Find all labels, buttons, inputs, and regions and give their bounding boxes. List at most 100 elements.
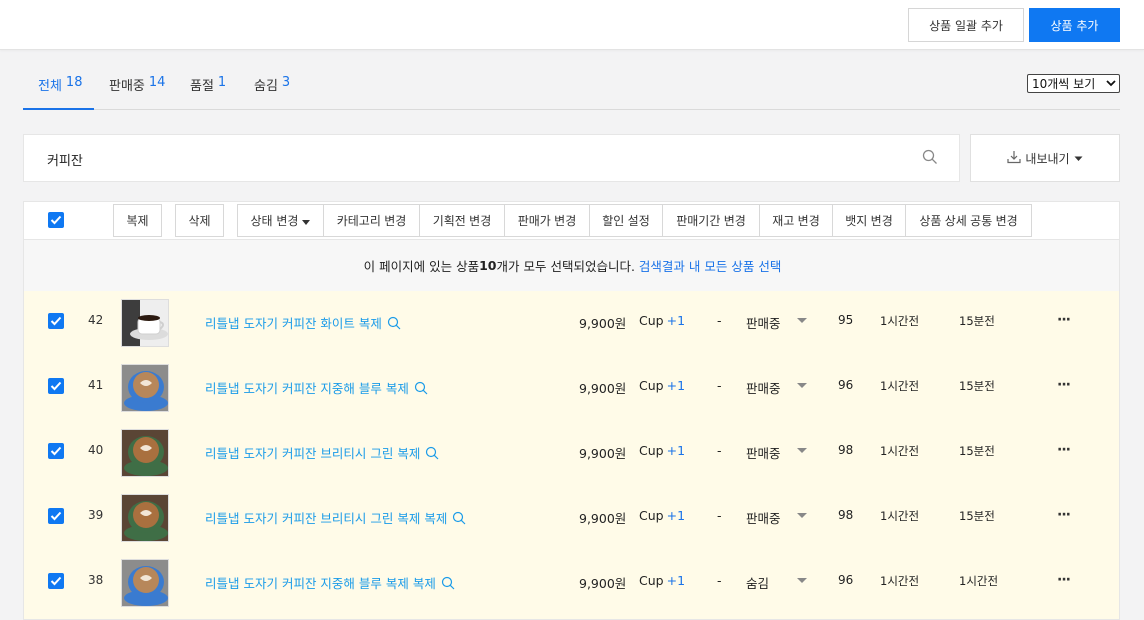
tab-on-sale[interactable]: 판매중 14 bbox=[109, 68, 165, 110]
row-checkbox[interactable] bbox=[48, 378, 64, 394]
product-stock: 95 bbox=[838, 313, 854, 327]
detail-common-change-button[interactable]: 상품 상세 공통 변경 bbox=[905, 204, 1032, 237]
price-change-button[interactable]: 판매가 변경 bbox=[504, 204, 590, 237]
product-price: 9,900원 bbox=[579, 381, 627, 396]
product-option: Cup +1 bbox=[639, 313, 685, 328]
period-change-button[interactable]: 판매기간 변경 bbox=[662, 204, 760, 237]
option-more-link[interactable]: +1 bbox=[667, 378, 685, 393]
option-more-link[interactable]: +1 bbox=[667, 573, 685, 588]
product-name-link[interactable]: 리틀냅 도자기 커피잔 브리티시 그린 복제 복제 bbox=[205, 508, 466, 527]
status-dropdown-icon[interactable] bbox=[797, 383, 807, 388]
status-dropdown-icon[interactable] bbox=[797, 578, 807, 583]
bulk-add-products-button[interactable]: 상품 일괄 추가 bbox=[908, 8, 1024, 42]
status-change-label: 상태 변경 bbox=[250, 214, 299, 228]
export-button[interactable]: 내보내기 bbox=[970, 134, 1120, 182]
badge-change-button[interactable]: 뱃지 변경 bbox=[832, 204, 906, 237]
page-size-select[interactable]: 10개씩 보기 bbox=[1027, 74, 1120, 93]
product-name-link[interactable]: 리틀냅 도자기 커피잔 브리티시 그린 복제 bbox=[205, 443, 439, 462]
search-input[interactable]: 커피잔 bbox=[23, 134, 960, 182]
select-all-results-link[interactable]: 검색결과 내 모든 상품 선택 bbox=[639, 256, 781, 275]
status-dropdown-icon[interactable] bbox=[797, 448, 807, 453]
delete-button[interactable]: 삭제 bbox=[175, 204, 224, 237]
product-status[interactable]: 숨김 bbox=[746, 573, 769, 592]
more-options-icon[interactable]: ··· bbox=[1057, 377, 1071, 393]
more-options-icon[interactable]: ··· bbox=[1057, 507, 1071, 523]
product-name: 리틀냅 도자기 커피잔 브리티시 그린 복제 복제 bbox=[205, 511, 448, 526]
tab-label: 숨김 bbox=[254, 79, 278, 94]
discount-setting-button[interactable]: 할인 설정 bbox=[589, 204, 663, 237]
product-rows: 42 리틀냅 도자기 커피잔 화이트 복제 9,900원 Cup +1 - 판매중 bbox=[24, 291, 1119, 619]
product-price: 9,900원 bbox=[579, 576, 627, 591]
table-row[interactable]: 38 리틀냅 도자기 커피잔 지중해 블루 복제 복제 9,900원 Cup +1… bbox=[24, 551, 1119, 616]
more-options-icon[interactable]: ··· bbox=[1057, 312, 1071, 328]
bulk-action-toolbar: 복제 삭제 상태 변경 카테고리 변경 기획전 변경 판매가 변경 할인 설정 … bbox=[24, 202, 1119, 240]
check-icon bbox=[50, 381, 62, 391]
check-icon bbox=[50, 576, 62, 586]
status-dropdown-icon[interactable] bbox=[797, 513, 807, 518]
created-time: 1시간전 bbox=[880, 509, 920, 523]
search-icon bbox=[387, 316, 401, 329]
product-option: Cup +1 bbox=[639, 508, 685, 523]
add-product-button[interactable]: 상품 추가 bbox=[1029, 8, 1120, 42]
product-status[interactable]: 판매중 bbox=[746, 378, 781, 397]
row-checkbox[interactable] bbox=[48, 443, 64, 459]
option-more-link[interactable]: +1 bbox=[667, 313, 685, 328]
status-dropdown-icon[interactable] bbox=[797, 318, 807, 323]
category-change-button[interactable]: 카테고리 변경 bbox=[323, 204, 420, 237]
tab-all[interactable]: 전체 18 bbox=[23, 68, 94, 110]
discount-value: - bbox=[717, 508, 722, 523]
created-time: 1시간전 bbox=[880, 444, 920, 458]
table-row[interactable]: 42 리틀냅 도자기 커피잔 화이트 복제 9,900원 Cup +1 - 판매중 bbox=[24, 291, 1119, 356]
copy-button[interactable]: 복제 bbox=[113, 204, 162, 237]
option-name: Cup bbox=[639, 443, 664, 458]
tab-hidden[interactable]: 숨김 3 bbox=[254, 68, 290, 110]
promo-change-button[interactable]: 기획전 변경 bbox=[419, 204, 505, 237]
product-thumbnail[interactable] bbox=[121, 559, 169, 607]
tab-label: 품절 bbox=[190, 79, 214, 94]
stock-change-button[interactable]: 재고 변경 bbox=[759, 204, 833, 237]
table-row[interactable]: 41 리틀냅 도자기 커피잔 지중해 블루 복제 9,900원 Cup +1 - … bbox=[24, 356, 1119, 421]
product-option: Cup +1 bbox=[639, 378, 685, 393]
selection-notice: 이 페이지에 있는 상품 10 개가 모두 선택되었습니다. 검색결과 내 모든… bbox=[24, 240, 1119, 291]
option-more-link[interactable]: +1 bbox=[667, 508, 685, 523]
more-options-icon[interactable]: ··· bbox=[1057, 572, 1071, 588]
search-icon[interactable] bbox=[922, 149, 938, 169]
product-status[interactable]: 판매중 bbox=[746, 508, 781, 527]
row-checkbox[interactable] bbox=[48, 313, 64, 329]
status-change-dropdown[interactable]: 상태 변경 bbox=[237, 204, 324, 237]
table-row[interactable]: 40 리틀냅 도자기 커피잔 브리티시 그린 복제 9,900원 Cup +1 -… bbox=[24, 421, 1119, 486]
product-name-link[interactable]: 리틀냅 도자기 커피잔 지중해 블루 복제 bbox=[205, 378, 428, 397]
discount-value: - bbox=[717, 443, 722, 458]
tab-sold-out[interactable]: 품절 1 bbox=[190, 68, 226, 110]
more-options-icon[interactable]: ··· bbox=[1057, 442, 1071, 458]
product-option: Cup +1 bbox=[639, 443, 685, 458]
product-number: 39 bbox=[88, 508, 104, 522]
row-checkbox[interactable] bbox=[48, 573, 64, 589]
check-icon bbox=[50, 215, 62, 225]
select-all-checkbox[interactable] bbox=[48, 212, 64, 228]
product-stock: 96 bbox=[838, 573, 854, 587]
status-tabs: 전체 18 판매중 14 품절 1 숨김 3 bbox=[23, 68, 1120, 110]
option-name: Cup bbox=[639, 573, 664, 588]
product-thumbnail[interactable] bbox=[121, 299, 169, 347]
row-checkbox[interactable] bbox=[48, 508, 64, 524]
product-status[interactable]: 판매중 bbox=[746, 313, 781, 332]
search-icon bbox=[414, 381, 428, 394]
product-thumbnail[interactable] bbox=[121, 494, 169, 542]
product-name-link[interactable]: 리틀냅 도자기 커피잔 화이트 복제 bbox=[205, 313, 401, 332]
product-thumbnail[interactable] bbox=[121, 429, 169, 477]
product-number: 38 bbox=[88, 573, 104, 587]
product-name: 리틀냅 도자기 커피잔 지중해 블루 복제 복제 bbox=[205, 576, 436, 591]
check-icon bbox=[50, 511, 62, 521]
page-size-value: 10개씩 보기 bbox=[1032, 77, 1096, 91]
tab-label: 판매중 bbox=[109, 79, 145, 94]
search-icon bbox=[453, 511, 466, 524]
product-thumbnail[interactable] bbox=[121, 364, 169, 412]
product-status[interactable]: 판매중 bbox=[746, 443, 781, 462]
product-price: 9,900원 bbox=[579, 446, 627, 461]
download-icon bbox=[1007, 150, 1022, 167]
table-row[interactable]: 39 리틀냅 도자기 커피잔 브리티시 그린 복제 복제 9,900원 Cup +… bbox=[24, 486, 1119, 551]
product-name-link[interactable]: 리틀냅 도자기 커피잔 지중해 블루 복제 복제 bbox=[205, 573, 455, 592]
tab-count: 3 bbox=[281, 75, 291, 90]
option-more-link[interactable]: +1 bbox=[667, 443, 685, 458]
